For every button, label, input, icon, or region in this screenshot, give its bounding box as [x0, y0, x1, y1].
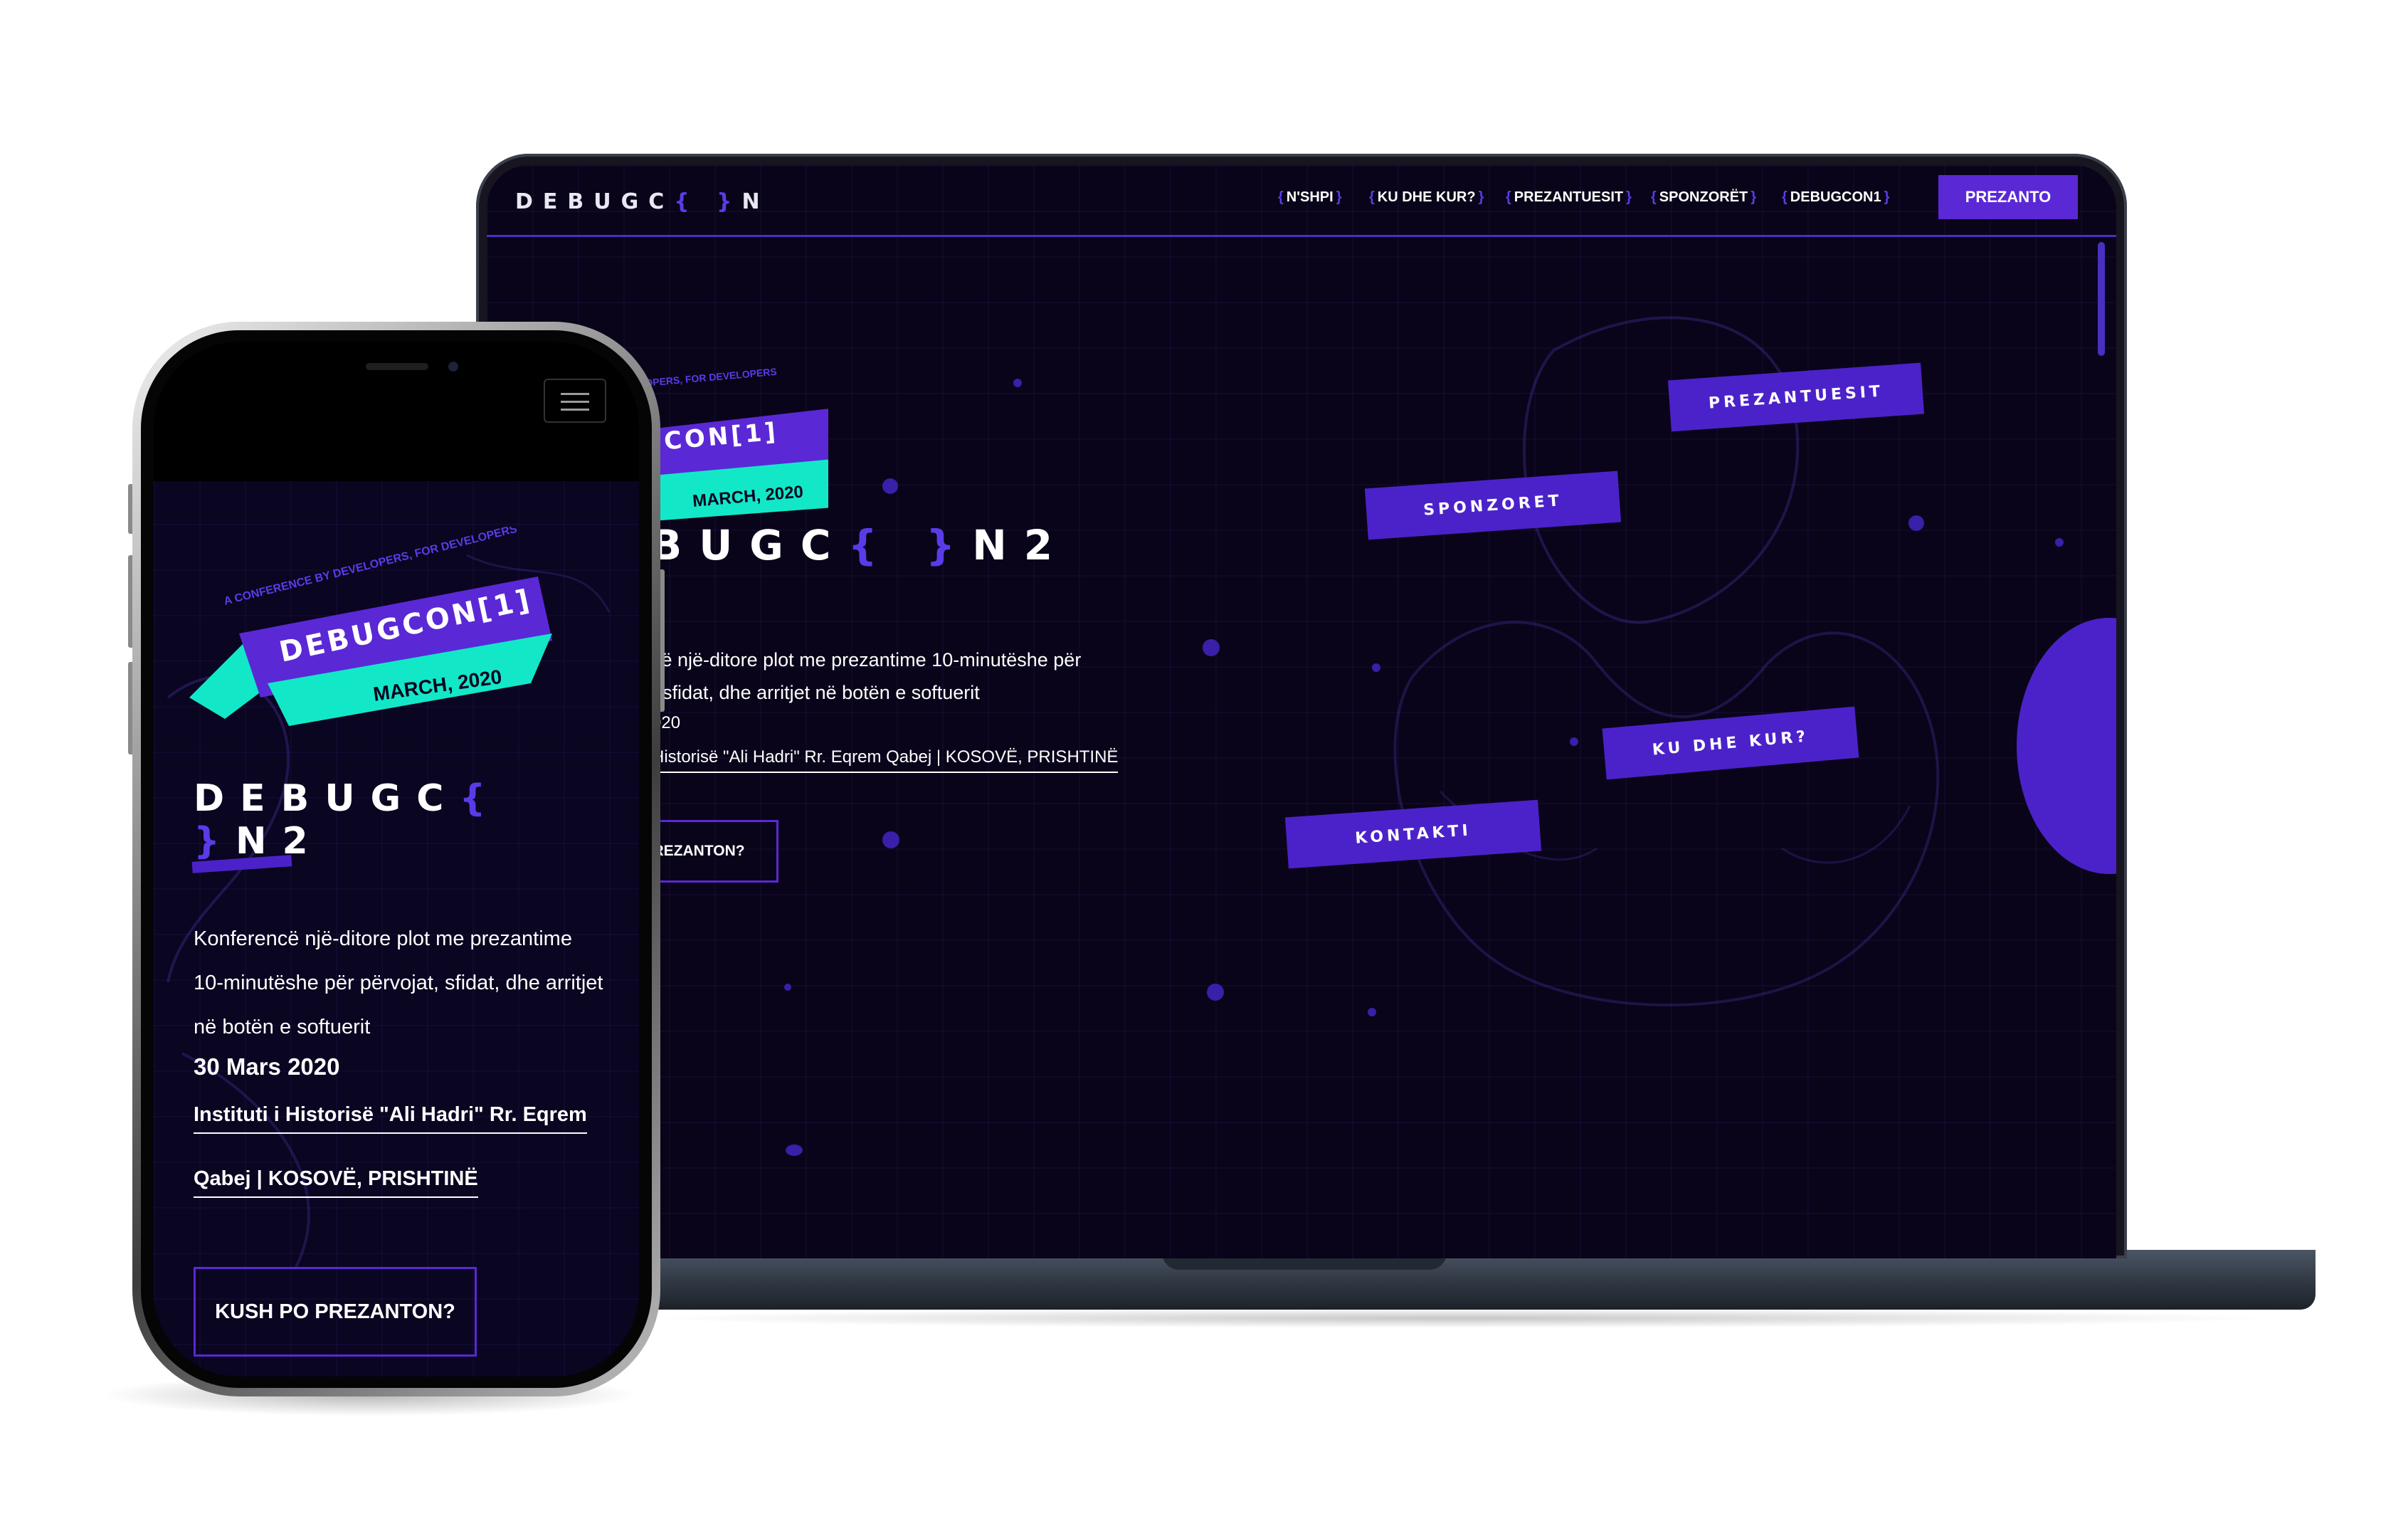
debugcon1-banner: A CONFERENCE BY DEVELOPERS, FOR DEVELOPE… — [189, 527, 552, 726]
nav-item-home[interactable]: {N'SHPI} — [1275, 189, 1344, 206]
nav-item-debugcon1[interactable]: {DEBUGCON1} — [1779, 189, 1892, 206]
nav-item-sponsors[interactable]: {SPONZORËT} — [1648, 189, 1759, 206]
top-navigation: DEBUGC{ }N {N'SHPI} {KU DHE KUR?} {PREZA… — [487, 165, 2116, 237]
hero-location-link[interactable]: Qabej | KOSOVË, PRISHTINË — [194, 1167, 478, 1198]
site-logo[interactable]: DEBUGC{ }N — [515, 189, 770, 214]
hero-date: 30 Mars 2020 — [194, 1053, 340, 1080]
nav-item-where-when[interactable]: {KU DHE KUR?} — [1366, 189, 1486, 206]
hero-title: DEBUGC{ }N2 — [194, 777, 502, 863]
laptop-screen: DEBUGC{ }N {N'SHPI} {KU DHE KUR?} {PREZA… — [487, 165, 2116, 1258]
nav-item-presenters[interactable]: {PREZANTUESIT} — [1503, 189, 1635, 206]
phone-speaker — [366, 363, 428, 370]
present-button[interactable]: PREZANTO — [1938, 175, 2078, 219]
hero-location-link[interactable]: Historisë "Ali Hadri" Rr. Eqrem Qabej | … — [652, 747, 1119, 773]
hero-description: cë një-ditore plot me prezantime 10-minu… — [652, 649, 1082, 703]
who-presents-button[interactable]: KUSH PO PREZANTON? — [194, 1267, 477, 1357]
hero-description: Konferencë një-ditore plot me prezantime… — [194, 927, 603, 1038]
hero-location-link[interactable]: Instituti i Historisë "Ali Hadri" Rr. Eq… — [194, 1103, 587, 1134]
scrollbar[interactable] — [2098, 242, 2105, 356]
phone-screen: A CONFERENCE BY DEVELOPERS, FOR DEVELOPE… — [154, 342, 639, 1377]
camera-icon — [448, 362, 458, 372]
hero-title: BUGC{ }N2 — [650, 521, 1070, 569]
phone-header — [154, 342, 639, 481]
hamburger-menu-icon[interactable] — [544, 379, 606, 423]
laptop-shadow — [640, 1308, 2277, 1328]
illustration-outline — [1393, 316, 1940, 1006]
